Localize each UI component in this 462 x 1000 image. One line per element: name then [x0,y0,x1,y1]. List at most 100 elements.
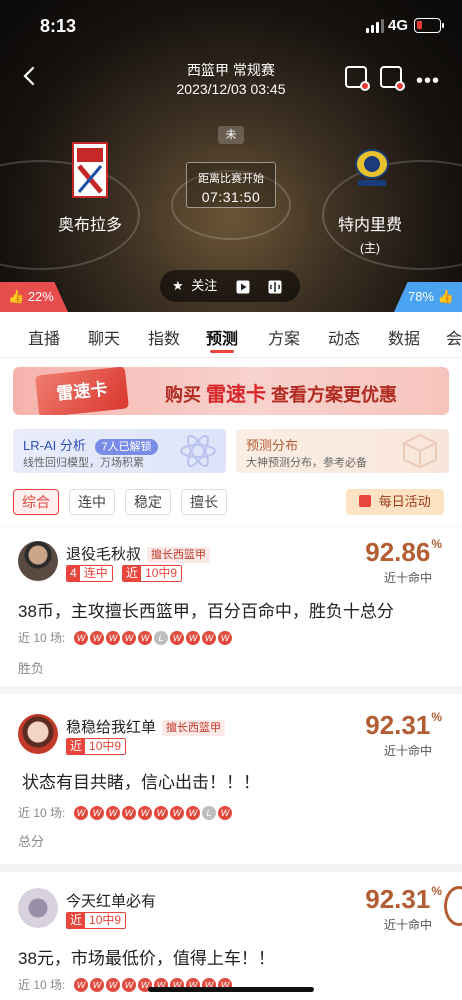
speed-card-graphic: 雷速卡 [35,367,129,415]
follow-button[interactable]: ★ 关注 [172,270,217,302]
tab-live[interactable]: 直播 [28,325,60,349]
match-status-badge: 未 [218,126,244,144]
post-content: 38币，主攻擅长西篮甲，百分百命中，胜负十总分 [18,602,394,621]
prediction-distribution-card[interactable]: 预测分布 大神预测分布，参考必备 [236,429,449,473]
thumb-up-icon: 👍 [437,289,454,304]
divider [0,864,462,872]
tab-updates[interactable]: 动态 [328,325,360,349]
away-team[interactable]: 特内里费 (主) [330,211,410,256]
match-header: 8:13 4G 西篮甲 常规赛 2023/12/03 03:45 ••• 未 奥… [0,0,462,312]
filter-streak[interactable]: 连中 [69,489,115,515]
away-vote-bar[interactable]: 78% 👍 [394,282,462,312]
away-team-logo [355,149,389,186]
ai-analysis-title-row: LR-AI 分析 7人已解锁 [23,435,158,455]
away-team-name: 特内里费 [337,217,402,234]
recent-label: 近 10 场: [18,978,66,992]
daily-activity-button[interactable]: 每日活动 [346,489,444,515]
home-team-name: 奥布拉多 [57,217,122,234]
daily-activity-label: 每日活动 [378,494,431,509]
result-win: W [106,630,120,645]
filter-stable[interactable]: 稳定 [125,489,171,515]
prediction-card[interactable]: 退役毛秋叔 擅长西篮甲 4 连中 近 10中9 92.86% 近十命中 38币，主攻擅… [0,529,462,686]
result-win: W [90,805,104,820]
away-team-home-marker: (主) [360,241,380,255]
avatar[interactable] [18,541,58,581]
specialty-tag: 擅长西篮甲 [162,720,226,737]
tab-plans[interactable]: 方案 [268,325,300,349]
result-win: W [218,630,232,645]
avatar[interactable] [18,714,58,754]
star-icon: ★ [172,278,184,293]
result-win: W [74,630,88,645]
network-type: 4G [388,17,409,34]
hit-rate-label: 近十命中 [383,744,432,758]
tab-chat[interactable]: 聊天 [88,325,120,349]
recent-record-badge: 近 10中9 [66,738,127,755]
away-vote-percent: 78% [408,289,435,304]
tab-data[interactable]: 数据 [388,325,420,349]
stats-badges: 近 10中9 [66,738,132,758]
filter-specialty[interactable]: 擅长 [181,489,227,515]
result-win: W [90,977,104,992]
prediction-card[interactable]: 今天红单必有 近 10中9 92.31% 近十命中 38元，市场最低价，值得上车！… [0,872,462,1000]
promo-banner[interactable]: 雷速卡 购买 雷速卡 查看方案更优惠 [13,367,449,415]
follow-label: 关注 [191,278,218,293]
recent-results: 近 10 场: W W W W W W W W L W [18,804,234,820]
author-name-row[interactable]: 退役毛秋叔 擅长西篮甲 [66,543,211,564]
countdown: 距离比赛开始 07:31:50 [186,162,276,208]
stream-icon[interactable] [268,270,282,302]
recent-record-badge: 近 10中9 [66,912,127,929]
distribution-title: 预测分布 [246,438,299,453]
distribution-subtitle: 大神预测分布，参考必备 [246,457,367,469]
result-win: W [186,630,200,645]
home-team-logo [72,142,108,198]
hit-rate-label: 近十命中 [383,571,432,585]
cube-icon [403,433,437,469]
filter-overall[interactable]: 综合 [13,489,59,515]
result-win: W [74,977,88,992]
recent-label: 近 10 场: [18,631,66,645]
result-win: W [170,630,184,645]
bet-type: 胜负 [18,661,45,676]
banner-prefix: 购买 [165,385,201,405]
pip-icon[interactable] [345,66,370,91]
hit-rate: 92.86% [365,537,442,567]
ai-unlock-badge: 7人已解锁 [95,439,158,455]
post-content: 38元，市场最低价，值得上车！！ [18,949,275,968]
stats-badges: 4 连中 近 10中9 [66,565,188,585]
tab-index[interactable]: 指数 [148,325,180,349]
result-win: W [122,977,136,992]
home-vote-bar[interactable]: 👍 22% [0,282,68,312]
ai-analysis-subtitle: 线性回归模型，万场积累 [23,457,144,469]
recent-label: 近 10 场: [18,806,66,820]
result-win: W [202,630,216,645]
ai-analysis-title: LR-AI 分析 [23,438,86,453]
avatar[interactable] [18,888,58,928]
result-win: W [218,805,232,820]
ai-analysis-card[interactable]: LR-AI 分析 7人已解锁 线性回归模型，万场积累 [13,429,226,473]
atom-icon [180,434,216,468]
clock: 8:13 [40,16,77,36]
more-icon[interactable]: ••• [416,70,440,93]
author-name-row[interactable]: 今天红单必有 [66,890,156,911]
result-win: W [138,630,152,645]
specialty-tag: 擅长西篮甲 [147,547,211,564]
home-indicator[interactable] [148,987,314,992]
author-name-row[interactable]: 稳稳给我红单 擅长西篮甲 [66,716,226,737]
stats-badges: 近 10中9 [66,912,132,932]
result-loss: L [154,630,168,645]
floating-badge[interactable] [444,886,462,926]
battery-icon [414,18,444,33]
tab-prediction[interactable]: 预测 [206,325,238,349]
action-bar: ★ 关注 [160,270,300,302]
countdown-value: 07:31:50 [201,189,261,205]
result-win: W [138,805,152,820]
recent-record-badge: 近 10中9 [122,565,183,582]
result-loss: L [202,805,216,820]
float-window-icon[interactable] [380,66,405,91]
home-team[interactable]: 奥布拉多 [50,211,130,235]
prediction-card[interactable]: 稳稳给我红单 擅长西篮甲 近 10中9 92.31% 近十命中 状态有目共睹，信心出… [0,694,462,864]
play-icon[interactable] [236,270,250,302]
tab-bar: 直播 聊天 指数 预测 方案 动态 数据 会 [0,312,462,358]
tab-member[interactable]: 会 [446,325,462,349]
